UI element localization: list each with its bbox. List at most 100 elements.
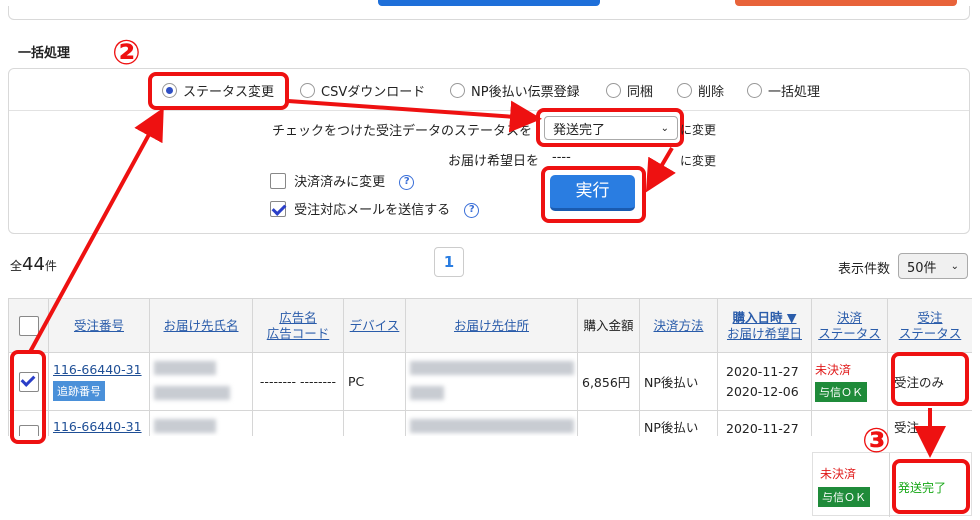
checkbox-mail-row[interactable]: 受注対応メールを送信する ?: [270, 199, 480, 218]
pagination-current: 1: [443, 253, 455, 271]
checkbox-paid-label: 決済済みに変更: [294, 175, 386, 190]
status-row-suffix: に変更: [680, 123, 717, 137]
radio-bundle[interactable]: [606, 83, 621, 98]
options-divider: [9, 110, 969, 111]
order-no-link[interactable]: 116-66440-31: [53, 419, 142, 434]
checkbox-mail[interactable]: [270, 200, 286, 217]
header-name[interactable]: お届け先氏名: [149, 298, 253, 353]
total-suffix: 件: [44, 259, 57, 273]
order-no-cell: 116-66440-31 追跡番号: [48, 352, 150, 411]
callout-step-3: ③: [862, 421, 891, 461]
highlight-row-checkbox: [10, 350, 46, 444]
header-order-status-2: ステータス: [898, 325, 962, 341]
status-row-label: チェックをつけた受注データのステータスを: [272, 124, 533, 139]
highlight-result-status: [892, 459, 970, 514]
checkbox-paid[interactable]: [270, 172, 286, 189]
device-cell: PC: [343, 352, 406, 411]
header-purchase-date[interactable]: 購入日時 ▼ お届け希望日: [717, 298, 812, 353]
amount-cell: 6,856円: [577, 352, 640, 411]
header-ad[interactable]: 広告名 広告コード: [252, 298, 344, 353]
order-no-cell: 116-66440-31: [48, 410, 150, 436]
per-page-value: 50件: [907, 260, 937, 276]
redacted-name: [154, 419, 216, 433]
redacted-name: [154, 385, 230, 400]
redacted-name: [154, 360, 216, 375]
pagination-page[interactable]: 1: [434, 247, 464, 277]
date-cell: 2020-11-27 2020-12-06: [717, 352, 812, 411]
tracking-tag: 追跡番号: [53, 381, 105, 401]
date-row-label: お届け希望日を: [448, 154, 540, 169]
pay-status-text: 未決済: [815, 363, 852, 377]
pay-status-cell: 未決済与信ＯＫ: [811, 352, 888, 411]
highlight-execute: [541, 166, 646, 223]
amount-cell: [577, 410, 640, 436]
order-status-cell: 受注: [887, 410, 972, 436]
per-page-label: 表示件数: [838, 262, 891, 277]
orders-table-wrap: 受注番号 お届け先氏名 広告名 広告コード デバイス お届け先住所 購入金額 決済…: [8, 298, 972, 436]
header-order-status[interactable]: 受注 ステータス: [887, 298, 972, 353]
order-no-link[interactable]: 116-66440-31: [53, 362, 142, 377]
header-pay-status[interactable]: 決済 ステータス: [811, 298, 888, 353]
header-order-status-1: 受注: [917, 309, 943, 325]
redacted-address: [410, 385, 444, 400]
address-cell: [405, 352, 578, 411]
result-divider: [889, 453, 890, 517]
callout-step-2: ②: [112, 33, 141, 73]
header-select-all[interactable]: [8, 298, 49, 353]
delivery-date: 2020-12-06: [726, 383, 799, 399]
result-pay-status: 未決済: [820, 467, 857, 481]
header-order-no[interactable]: 受注番号: [48, 298, 150, 353]
top-divider: [8, 6, 970, 20]
redacted-address: [410, 360, 574, 375]
option-delete[interactable]: 削除: [677, 81, 724, 100]
name-cell: [149, 352, 253, 411]
name-cell: [149, 410, 253, 436]
highlight-status-change: [148, 72, 289, 110]
radio-bulk[interactable]: [747, 83, 762, 98]
pay-badge: 与信ＯＫ: [815, 382, 867, 402]
header-address[interactable]: お届け先住所: [405, 298, 578, 353]
orders-table: 受注番号 お届け先氏名 広告名 広告コード デバイス お届け先住所 購入金額 決済…: [8, 298, 972, 436]
table-row: 116-66440-31 NP後払い 2020-11-27 受注: [8, 410, 972, 436]
header-amount: 購入金額: [577, 298, 640, 353]
purchase-date: 2020-11-27: [726, 363, 799, 379]
date-row-suffix: に変更: [680, 154, 717, 168]
checkbox-paid-row[interactable]: 決済済みに変更 ?: [270, 171, 415, 190]
option-bulk[interactable]: 一括処理: [747, 81, 820, 100]
radio-np-slip[interactable]: [450, 83, 465, 98]
radio-csv-download[interactable]: [300, 83, 315, 98]
header-device[interactable]: デバイス: [343, 298, 406, 353]
result-pay-badge: 与信ＯＫ: [818, 487, 870, 507]
date-cell: 2020-11-27: [717, 410, 812, 436]
total-count: 全44件: [10, 254, 57, 275]
checkbox-mail-label: 受注対応メールを送信する: [294, 203, 451, 218]
option-label: NP後払い伝票登録: [471, 85, 580, 100]
option-bundle[interactable]: 同梱: [606, 81, 653, 100]
help-icon[interactable]: ?: [399, 175, 415, 190]
highlight-order-status: [891, 352, 969, 406]
per-page-select[interactable]: 50件 ⌄: [898, 253, 968, 279]
redacted-address: [410, 419, 574, 433]
option-label: 同梱: [627, 85, 654, 100]
header-pay-status-2: ステータス: [818, 325, 881, 341]
highlight-status-select: [536, 108, 684, 147]
radio-delete[interactable]: [677, 83, 692, 98]
header-delivery-date: お届け希望日: [726, 325, 802, 341]
date-select-value[interactable]: ----: [552, 150, 571, 165]
total-number: 44: [22, 254, 45, 275]
option-label: CSVダウンロード: [321, 85, 426, 100]
total-prefix: 全: [10, 259, 23, 273]
header-payment[interactable]: 決済方法: [639, 298, 718, 353]
chevron-down-icon: ⌄: [950, 260, 959, 272]
ad-cell: [252, 410, 344, 436]
header-ad-name: 広告名: [279, 309, 317, 325]
table-header-row: 受注番号 お届け先氏名 広告名 広告コード デバイス お届け先住所 購入金額 決済…: [8, 298, 972, 353]
option-label: 削除: [698, 85, 725, 100]
option-csv-download[interactable]: CSVダウンロード: [300, 81, 425, 100]
device-cell: [343, 410, 406, 436]
header-pay-status-1: 決済: [836, 309, 862, 325]
checkbox-select-all[interactable]: [18, 315, 39, 336]
help-icon[interactable]: ?: [464, 203, 480, 218]
section-title: 一括処理: [18, 46, 71, 61]
option-np-slip[interactable]: NP後払い伝票登録: [450, 81, 580, 100]
